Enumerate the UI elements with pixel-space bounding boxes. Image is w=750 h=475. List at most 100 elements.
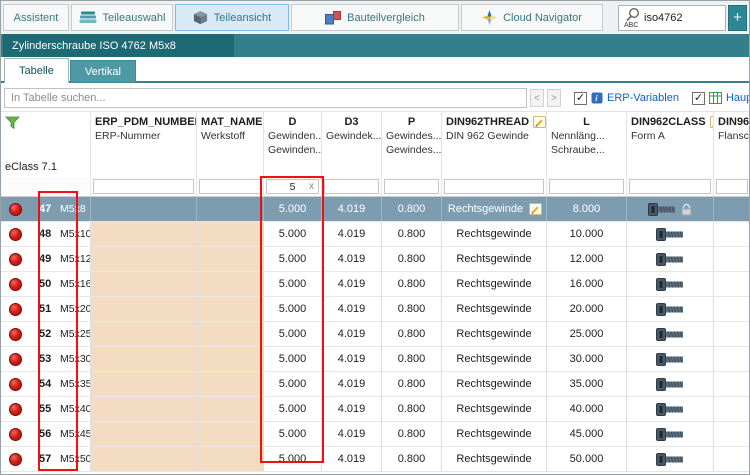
search-abc-icon: ABC	[623, 7, 641, 29]
filter-input-l[interactable]	[549, 179, 624, 194]
table-row[interactable]: 55 M5x40 5.000 4.019 0.800 Rechtsgewinde…	[1, 397, 749, 422]
d3-value-cell: 4.019	[322, 422, 382, 446]
tab-assistent[interactable]: Assistent	[3, 4, 69, 31]
filter-input-din96[interactable]	[716, 179, 748, 194]
tab-cloud-navigator[interactable]: Cloud Navigator	[461, 4, 603, 31]
row-number: 51	[39, 303, 52, 315]
p-value-cell: 0.800	[382, 297, 442, 321]
part-name: M5x12	[60, 253, 91, 265]
erp-variables-label[interactable]: ERP-Variablen	[607, 92, 679, 104]
filter-input-d3[interactable]	[324, 179, 379, 194]
column-header-thread[interactable]: DIN962THREAD DIN 962 Gewinde	[442, 112, 547, 177]
column-header-mat[interactable]: MAT_NAME Werkstoff	[197, 112, 264, 177]
table-row[interactable]: 53 M5x30 5.000 4.019 0.800 Rechtsgewinde…	[1, 347, 749, 372]
row-id-cell: 50 M5x16	[1, 272, 91, 296]
add-tab-button[interactable]: +	[728, 4, 747, 31]
edit-icon[interactable]	[533, 116, 546, 128]
l-value-cell: 8.000	[547, 197, 627, 221]
table-search-input[interactable]	[4, 88, 527, 108]
erp-info-icon: i	[591, 92, 603, 104]
thread-value: Rechtsgewinde	[456, 303, 532, 315]
row-id-cell: 57 M5x50	[1, 447, 91, 471]
thread-value: Rechtsgewinde	[456, 353, 532, 365]
erp-number-cell	[91, 322, 197, 346]
filter-input-class[interactable]	[629, 179, 711, 194]
table-row[interactable]: 47 M5x8 5.000 4.019 0.800 Rechtsgewinde …	[1, 197, 749, 222]
row-id-cell: 54 M5x35	[1, 372, 91, 396]
parts-table: eClass 7.1 ERP_PDM_NUMBER ERP-Nummer MAT…	[1, 111, 749, 472]
column-header-class[interactable]: DIN962CLASS Form A	[627, 112, 714, 177]
lock-icon	[680, 203, 693, 216]
thread-cell: Rechtsgewinde	[442, 197, 547, 221]
thread-cell: Rechtsgewinde	[442, 297, 547, 321]
d-value-cell: 5.000	[264, 197, 322, 221]
filter-funnel-icon[interactable]	[5, 116, 86, 130]
row-id-cell: 52 M5x25	[1, 322, 91, 346]
status-dot-icon	[9, 402, 22, 416]
tab-teileansicht[interactable]: Teileansicht	[175, 4, 289, 31]
column-header-din96[interactable]: DIN96 Flansch...	[714, 112, 749, 177]
column-header-d[interactable]: D Gewinden... Gewinden...	[264, 112, 322, 177]
tab-label: Vertikal	[84, 65, 121, 78]
erp-number-cell	[91, 372, 197, 396]
table-row[interactable]: 49 M5x12 5.000 4.019 0.800 Rechtsgewinde…	[1, 247, 749, 272]
quick-search-input[interactable]	[644, 11, 710, 24]
flansch-cell	[714, 447, 749, 471]
tab-teileauswahl[interactable]: Teileauswahl	[71, 4, 173, 31]
flansch-cell	[714, 347, 749, 371]
erp-number-cell	[91, 197, 197, 221]
column-header-erp[interactable]: ERP_PDM_NUMBER ERP-Nummer	[91, 112, 197, 177]
filter-input-erp[interactable]	[93, 179, 194, 194]
document-tab[interactable]: Zylinderschraube ISO 4762 M5x8	[3, 34, 234, 57]
erp-number-cell	[91, 297, 197, 321]
filter-corner	[1, 177, 91, 196]
table-row[interactable]: 51 M5x20 5.000 4.019 0.800 Rechtsgewinde…	[1, 297, 749, 322]
part-name: M5x8	[60, 203, 86, 215]
main-variables-checkbox[interactable]: ✓	[691, 91, 705, 105]
filter-input-p[interactable]	[384, 179, 439, 194]
tab-tabelle[interactable]: Tabelle	[4, 58, 69, 83]
row-id-cell: 47 M5x8	[1, 197, 91, 221]
table-row[interactable]: 54 M5x35 5.000 4.019 0.800 Rechtsgewinde…	[1, 372, 749, 397]
row-id-cell: 51 M5x20	[1, 297, 91, 321]
l-value-cell: 50.000	[547, 447, 627, 471]
svg-text:ABC: ABC	[624, 22, 638, 29]
form-cell	[627, 222, 714, 246]
filter-input-thread[interactable]	[444, 179, 544, 194]
column-header-d3[interactable]: D3 Gewindek...	[322, 112, 382, 177]
form-cell	[627, 247, 714, 271]
status-dot-icon	[9, 302, 22, 316]
table-row[interactable]: 57 M5x50 5.000 4.019 0.800 Rechtsgewinde…	[1, 447, 749, 472]
filter-input-d[interactable]: 5 x	[266, 179, 319, 194]
thread-value: Rechtsgewinde	[456, 403, 532, 415]
document-title: Zylinderschraube ISO 4762 M5x8	[12, 39, 176, 52]
screw-icon	[656, 452, 684, 466]
thread-value: Rechtsgewinde	[447, 203, 524, 215]
status-dot-icon	[9, 202, 22, 216]
p-value-cell: 0.800	[382, 197, 442, 221]
edit-icon[interactable]	[529, 203, 543, 215]
tab-bauteilvergleich[interactable]: Bauteilvergleich	[291, 4, 459, 31]
erp-variables-checkbox[interactable]: ✓	[574, 91, 587, 105]
table-row[interactable]: 56 M5x45 5.000 4.019 0.800 Rechtsgewinde…	[1, 422, 749, 447]
header-corner-cell: eClass 7.1	[1, 112, 91, 177]
status-dot-icon	[9, 227, 22, 241]
table-body: 47 M5x8 5.000 4.019 0.800 Rechtsgewinde …	[1, 197, 749, 472]
filter-clear-button[interactable]: x	[309, 181, 314, 192]
column-header-p[interactable]: P Gewindes... Gewindes...	[382, 112, 442, 177]
table-row[interactable]: 48 M5x10 5.000 4.019 0.800 Rechtsgewinde…	[1, 222, 749, 247]
tab-label: Bauteilvergleich	[347, 11, 425, 24]
table-row[interactable]: 52 M5x25 5.000 4.019 0.800 Rechtsgewinde…	[1, 322, 749, 347]
quick-search-box[interactable]: ABC	[618, 4, 726, 31]
table-row[interactable]: 50 M5x16 5.000 4.019 0.800 Rechtsgewinde…	[1, 272, 749, 297]
column-header-l[interactable]: L Nennläng... Schraube...	[547, 112, 627, 177]
flansch-cell	[714, 397, 749, 421]
search-next-button[interactable]: >	[547, 89, 561, 107]
main-variables-label[interactable]: Haup	[726, 92, 749, 104]
tab-vertikal[interactable]: Vertikal	[69, 60, 136, 83]
search-prev-button[interactable]: <	[530, 89, 544, 107]
p-value-cell: 0.800	[382, 422, 442, 446]
l-value-cell: 45.000	[547, 422, 627, 446]
part-name: M5x10	[60, 228, 91, 240]
filter-input-mat[interactable]	[199, 179, 261, 194]
